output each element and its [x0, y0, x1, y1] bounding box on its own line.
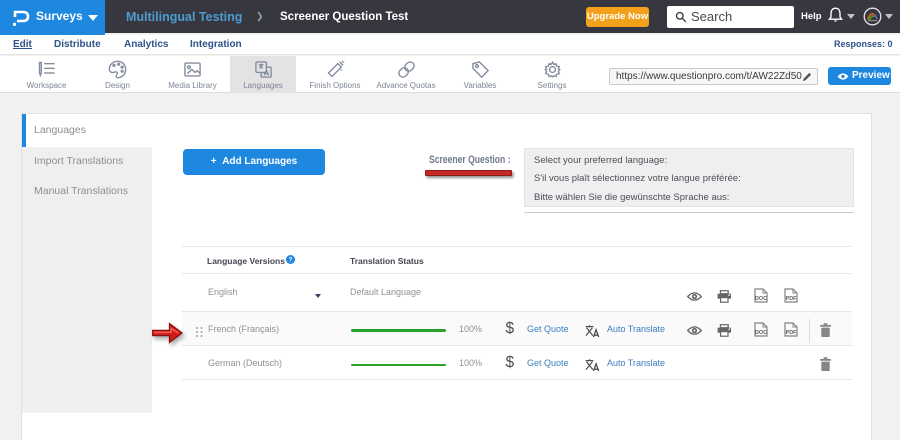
svg-text:DOC: DOC — [755, 330, 767, 336]
svg-text:?: ? — [289, 257, 293, 264]
svg-text:DOC: DOC — [755, 296, 767, 302]
svg-text:PDF: PDF — [786, 330, 797, 336]
svg-text:PDF: PDF — [786, 296, 797, 302]
